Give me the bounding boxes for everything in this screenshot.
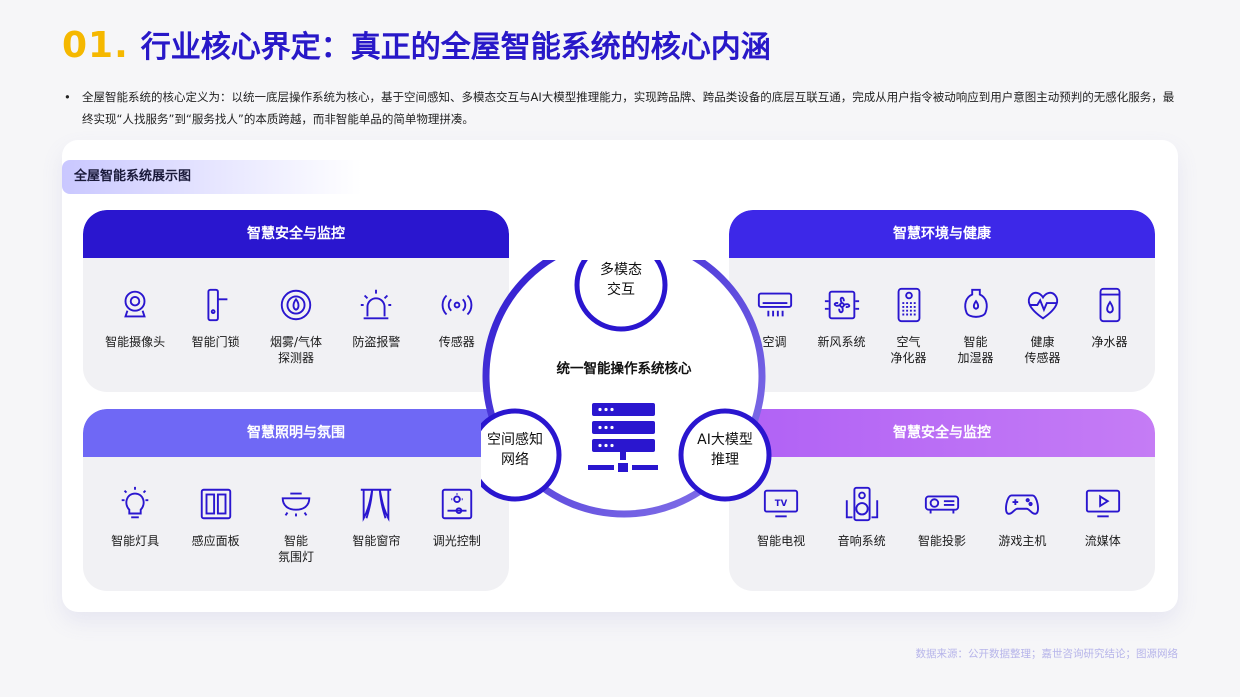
core-title: 统一智能操作系统核心 xyxy=(557,360,692,377)
device-label: 游戏主机 xyxy=(998,534,1047,548)
device-label: 烟雾/气体 探测器 xyxy=(269,335,322,365)
bullet-dot: • xyxy=(64,90,71,104)
smoke-detector-icon xyxy=(280,289,312,321)
device-item: 健康 传感器 xyxy=(1009,286,1076,366)
device-label: 智能投影 xyxy=(917,534,966,548)
device-label: 智能窗帘 xyxy=(352,534,401,548)
panel-switch-icon xyxy=(200,488,231,520)
fan-icon xyxy=(824,290,859,320)
panel-title: 智慧环境与健康 xyxy=(729,210,1155,258)
ceiling-light-icon xyxy=(281,492,311,517)
panel-title: 智慧照明与氛围 xyxy=(83,409,509,457)
device-item: 智能摄像头 xyxy=(99,286,171,366)
core-hub: 统一智能操作系统核心 多模态交互 空间感知网络 AI大模型推理 xyxy=(481,260,772,518)
device-label: 防盗报警 xyxy=(352,335,401,349)
device-item: 空气 净化器 xyxy=(875,286,942,366)
device-label: 感应面板 xyxy=(191,534,240,548)
curtain-icon xyxy=(361,488,392,522)
sensor-wave-icon xyxy=(441,294,473,316)
device-item: 智能 氛围灯 xyxy=(260,485,332,565)
heart-sensor-icon xyxy=(1027,291,1058,320)
door-lock-icon xyxy=(207,288,227,322)
dimmer-icon xyxy=(441,488,472,520)
section-number: 01. xyxy=(62,25,129,66)
device-label: 智能电视 xyxy=(757,534,806,548)
panel-entertainment: 智慧安全与监控 TV 智能电视 音响系统 智能投影 游戏主机 流媒体 xyxy=(729,409,1155,591)
gamepad-icon xyxy=(1005,494,1040,515)
panel-environment: 智慧环境与健康 空调 新风系统 空气 净化器 智能 加湿器 健康 传感器 净水器 xyxy=(729,210,1155,392)
panel-security: 智慧安全与监控 智能摄像头 智能门锁 烟雾/气体 探测器 防盗报警 传感器 xyxy=(83,210,509,392)
device-label: 智能灯具 xyxy=(111,534,160,548)
device-label: 智能门锁 xyxy=(191,335,240,349)
device-item: 智能灯具 xyxy=(99,485,171,565)
device-label: 空气 净化器 xyxy=(890,335,927,365)
intro-paragraph: • 全屋智能系统的核心定义为：以统一底层操作系统为核心，基于空间感知、多模态交互… xyxy=(64,86,1184,130)
panel-lighting: 智慧照明与氛围 智能灯具 感应面板 智能 氛围灯 智能窗帘 调光控制 xyxy=(83,409,509,591)
device-label: 音响系统 xyxy=(837,534,886,548)
water-purifier-icon xyxy=(1099,287,1120,323)
device-item: 智能门锁 xyxy=(180,286,252,366)
device-label: 健康 传感器 xyxy=(1024,335,1061,365)
device-item: 智能窗帘 xyxy=(340,485,412,565)
alarm-siren-icon xyxy=(361,289,392,320)
device-item: 新风系统 xyxy=(808,286,875,366)
air-purifier-icon xyxy=(897,287,920,323)
device-label: 传感器 xyxy=(438,335,475,349)
device-label: 新风系统 xyxy=(817,335,866,349)
intro-text: 全屋智能系统的核心定义为：以统一底层操作系统为核心，基于空间感知、多模态交互与A… xyxy=(82,90,1175,126)
section-title: 行业核心界定：真正的全屋智能系统的核心内涵 xyxy=(140,30,771,65)
device-item: 流媒体 xyxy=(1067,485,1139,549)
diagram-tag: 全屋智能系统展示图 xyxy=(62,160,362,194)
device-item: 净水器 xyxy=(1076,286,1143,366)
humidifier-icon xyxy=(963,288,988,318)
device-item: 智能投影 xyxy=(906,485,978,549)
node-spatial: 空间感知网络 xyxy=(481,408,562,502)
device-item: 游戏主机 xyxy=(986,485,1058,549)
page-title: 01. 行业核心界定：真正的全屋智能系统的核心内涵 xyxy=(62,22,771,68)
projector-icon xyxy=(924,495,960,514)
play-icon xyxy=(1085,489,1120,518)
speaker-icon xyxy=(845,486,878,522)
device-label: 智能 氛围灯 xyxy=(277,534,314,564)
device-item: 烟雾/气体 探测器 xyxy=(260,286,332,366)
device-label: 流媒体 xyxy=(1084,534,1121,548)
device-item: 防盗报警 xyxy=(340,286,412,366)
camera-icon xyxy=(124,290,147,318)
panel-title: 智慧安全与监控 xyxy=(729,409,1155,457)
device-label: 智能摄像头 xyxy=(105,335,166,349)
device-item: 音响系统 xyxy=(826,485,898,549)
bulb-icon xyxy=(121,486,149,519)
data-source: 数据来源：公开数据整理；嘉世咨询研究结论；图源网络 xyxy=(915,648,1179,660)
node-multimodal: 多模态交互 xyxy=(574,260,668,332)
panel-title: 智慧安全与监控 xyxy=(83,210,509,258)
device-label: 智能 加湿器 xyxy=(957,335,994,365)
node-ai-model: AI大模型推理 xyxy=(678,408,772,502)
device-label: 调光控制 xyxy=(432,534,481,548)
device-item: 感应面板 xyxy=(180,485,252,565)
device-item: 智能 加湿器 xyxy=(942,286,1009,366)
device-label: 净水器 xyxy=(1091,335,1128,349)
